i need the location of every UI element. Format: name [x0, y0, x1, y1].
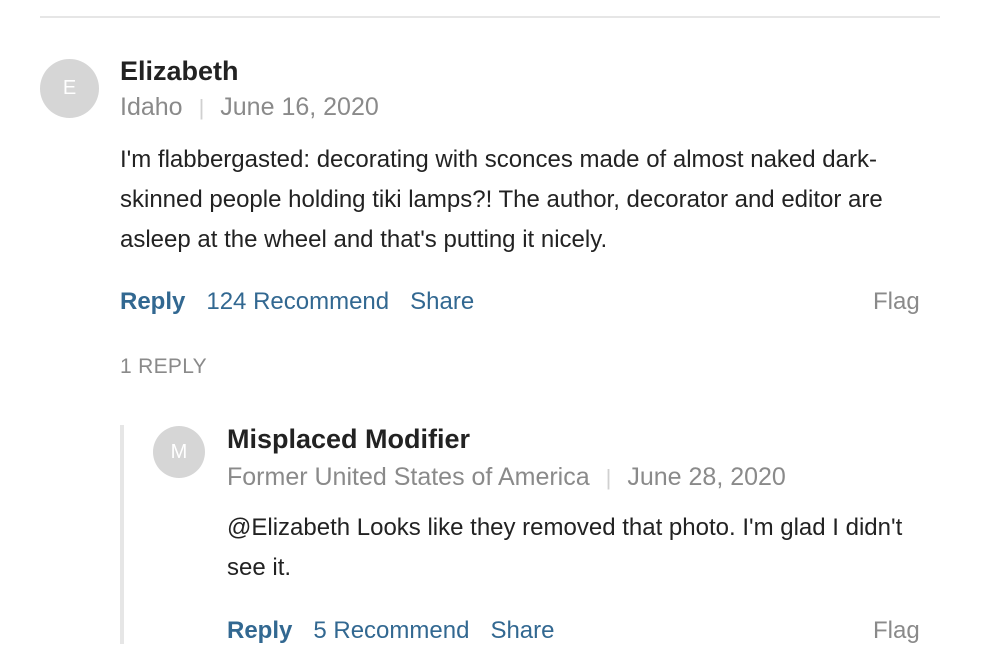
comment-date: June 16, 2020 [220, 93, 379, 121]
flag-button[interactable]: Flag [873, 288, 920, 316]
reply-meta: Former United States of America | June 2… [227, 463, 786, 492]
meta-separator: | [605, 464, 612, 490]
recommend-button[interactable]: 124 Recommend [206, 288, 389, 316]
comment-location: Idaho [120, 93, 183, 121]
reply-location: Former United States of America [227, 463, 590, 491]
reply-author: Misplaced Modifier [227, 424, 471, 454]
avatar: E [40, 59, 99, 118]
replies-toggle[interactable]: 1 REPLY [120, 355, 207, 379]
comment-actions: Reply 124 Recommend Share [120, 288, 495, 316]
reply-button[interactable]: Reply [227, 617, 292, 645]
meta-separator: | [198, 94, 205, 120]
reply-text: @Elizabeth Looks like they removed that … [227, 514, 903, 581]
thread-line [120, 425, 124, 644]
comment-author: Elizabeth [120, 56, 239, 86]
share-button[interactable]: Share [410, 288, 474, 316]
top-divider [40, 16, 940, 18]
comment-meta: Idaho | June 16, 2020 [120, 93, 379, 122]
avatar: M [153, 426, 205, 478]
flag-button[interactable]: Flag [873, 617, 920, 645]
share-button[interactable]: Share [490, 617, 554, 645]
reply-actions: Reply 5 Recommend Share [227, 617, 575, 645]
reply-date: June 28, 2020 [627, 463, 786, 491]
reply-button[interactable]: Reply [120, 288, 185, 316]
comment-text: I'm flabbergasted: decorating with sconc… [120, 146, 883, 253]
recommend-button[interactable]: 5 Recommend [313, 617, 469, 645]
